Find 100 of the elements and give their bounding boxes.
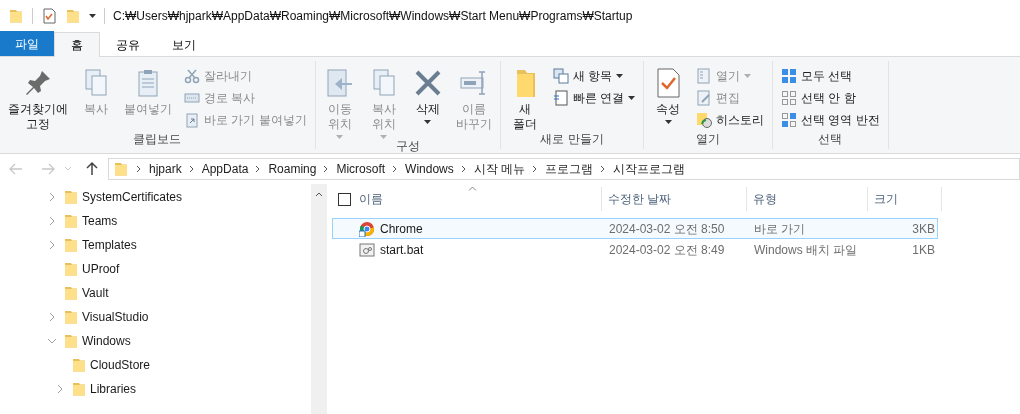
folder-icon <box>8 8 24 24</box>
ribbon-button[interactable]: 새 폴더 <box>504 65 545 132</box>
ribbon-button[interactable]: 선택 영역 반전 <box>777 109 884 131</box>
open-icon <box>696 68 712 84</box>
breadcrumb-item[interactable]: 시작 메뉴 <box>473 160 526 178</box>
breadcrumb-item[interactable]: hjpark <box>149 160 182 178</box>
ribbon-button[interactable]: 삭제 <box>407 65 448 139</box>
tree-item[interactable]: SystemCertificates <box>82 188 183 206</box>
breadcrumb-item[interactable]: Windows <box>405 160 454 178</box>
new-item-icon <box>552 68 569 84</box>
gear-window-icon <box>359 241 375 258</box>
chevron-icon <box>136 165 142 173</box>
chevron-icon <box>532 165 539 173</box>
folder-icon <box>71 381 87 397</box>
select-none-icon <box>781 90 797 106</box>
ribbon-tab[interactable]: 공유 <box>100 32 156 57</box>
history-icon <box>696 112 712 128</box>
chevron-icon <box>460 165 467 173</box>
ribbon-button[interactable]: 즐겨찾기에 고정 <box>4 65 72 132</box>
breadcrumb-item[interactable]: Microsoft <box>336 160 386 178</box>
scroll-up-icon[interactable] <box>315 192 323 197</box>
caret-icon <box>89 14 96 18</box>
ribbon-tab[interactable]: 홈 <box>54 32 100 57</box>
ribbon-button[interactable]: 모두 선택 <box>777 65 884 87</box>
group-label: 클립보드 <box>132 132 183 148</box>
chevron-icon[interactable] <box>64 165 72 173</box>
chevron-icon[interactable] <box>48 217 56 225</box>
select-all-icon <box>781 68 797 84</box>
folder-icon <box>71 357 87 373</box>
group-label: 선택 <box>817 132 844 148</box>
file-row[interactable]: Chrome 2024-03-02 오전 8:50 바로 가기 3KB <box>332 218 938 239</box>
chevron-icon <box>323 165 330 173</box>
size-cell-text: 1KB <box>911 241 936 259</box>
file-name: start.bat <box>380 241 424 259</box>
ribbon-button[interactable]: 선택 안 함 <box>777 87 884 109</box>
date-cell-text: 2024-03-02 오전 8:49 <box>608 241 726 259</box>
chevron-icon[interactable] <box>48 313 56 321</box>
chevron-icon <box>600 165 607 173</box>
folder-icon <box>63 309 79 325</box>
tree-item[interactable]: Windows <box>82 332 131 350</box>
breadcrumb-item[interactable]: Roaming <box>268 160 317 178</box>
tree-item[interactable]: VisualStudio <box>82 308 149 326</box>
ribbon-button[interactable]: 속성 <box>648 65 688 132</box>
chevron-icon[interactable] <box>48 193 56 201</box>
address-bar[interactable]: hjpark AppData Roaming Microsoft Windows 시작 메뉴 프로그램 시작프로그램 <box>108 158 1020 180</box>
group-label: 구성 <box>394 139 421 155</box>
chevron-icon[interactable] <box>48 241 56 249</box>
column-header[interactable]: 크기 <box>874 190 898 208</box>
up-icon[interactable] <box>84 161 100 177</box>
tree-item[interactable]: UProof <box>82 260 120 278</box>
file-row[interactable]: start.bat 2024-03-02 오전 8:49 Windows 배치 파일 1KB <box>332 239 938 260</box>
path-icon <box>184 90 200 106</box>
chevron-icon[interactable] <box>56 385 64 393</box>
type-cell-text: 바로 가기 <box>753 220 807 238</box>
tree-item[interactable]: Libraries <box>90 380 137 398</box>
type-cell-text: Windows 배치 파일 <box>753 241 859 259</box>
back-icon[interactable] <box>8 161 24 177</box>
ribbon-button[interactable]: 새 항목 <box>548 65 639 87</box>
forward-icon[interactable] <box>40 161 56 177</box>
column-header[interactable]: 이름 <box>359 190 383 208</box>
ribbon-button[interactable]: 빠른 연결 <box>548 87 639 109</box>
ribbon-tab[interactable]: 보기 <box>156 32 212 57</box>
select-all-checkbox[interactable] <box>338 192 351 206</box>
group-label: 새로 만들기 <box>539 132 605 148</box>
chrome-shortcut-icon <box>359 220 375 237</box>
breadcrumb-item[interactable]: AppData <box>201 160 249 178</box>
group-label: 열기 <box>695 132 721 148</box>
tree-item[interactable]: Templates <box>82 236 137 254</box>
folder-icon <box>63 261 79 277</box>
file-tab[interactable]: 파일 <box>0 31 54 56</box>
folder-icon <box>63 237 79 253</box>
document-icon <box>552 90 569 106</box>
size-cell-text: 3KB <box>911 220 936 238</box>
column-header[interactable]: 수정한 날짜 <box>608 190 672 208</box>
scrollbar[interactable] <box>311 184 327 414</box>
tree-item[interactable]: Vault <box>82 284 109 302</box>
file-name: Chrome <box>380 220 423 238</box>
edit-icon <box>696 90 712 106</box>
chevron-icon <box>392 165 399 173</box>
window-title: C:₩Users₩hjpark₩AppData₩Roaming₩Microsoft₩Windows₩Start Menu₩Programs₩Startup <box>113 8 633 25</box>
breadcrumb-item[interactable]: 프로그램 <box>545 160 594 178</box>
properties-icon[interactable] <box>41 8 57 24</box>
new-folder-icon <box>65 8 81 24</box>
date-cell-text: 2024-03-02 오전 8:50 <box>608 220 726 238</box>
folder-icon <box>63 189 79 205</box>
folder-icon <box>113 161 129 177</box>
folder-icon <box>63 285 79 301</box>
folder-icon <box>63 213 79 229</box>
sort-up-icon <box>468 186 477 191</box>
breadcrumb-item[interactable]: 시작프로그램 <box>613 160 686 178</box>
chevron-icon <box>188 165 195 173</box>
chevron-icon[interactable] <box>48 337 56 345</box>
chevron-icon <box>255 165 262 173</box>
folder-icon <box>63 333 79 349</box>
ribbon-button[interactable]: 히스토리 <box>692 109 768 131</box>
shortcut-icon <box>184 112 200 128</box>
column-header[interactable]: 유형 <box>753 190 777 208</box>
tree-item[interactable]: Teams <box>82 212 118 230</box>
invert-selection-icon <box>781 112 797 128</box>
tree-item[interactable]: CloudStore <box>90 356 151 374</box>
